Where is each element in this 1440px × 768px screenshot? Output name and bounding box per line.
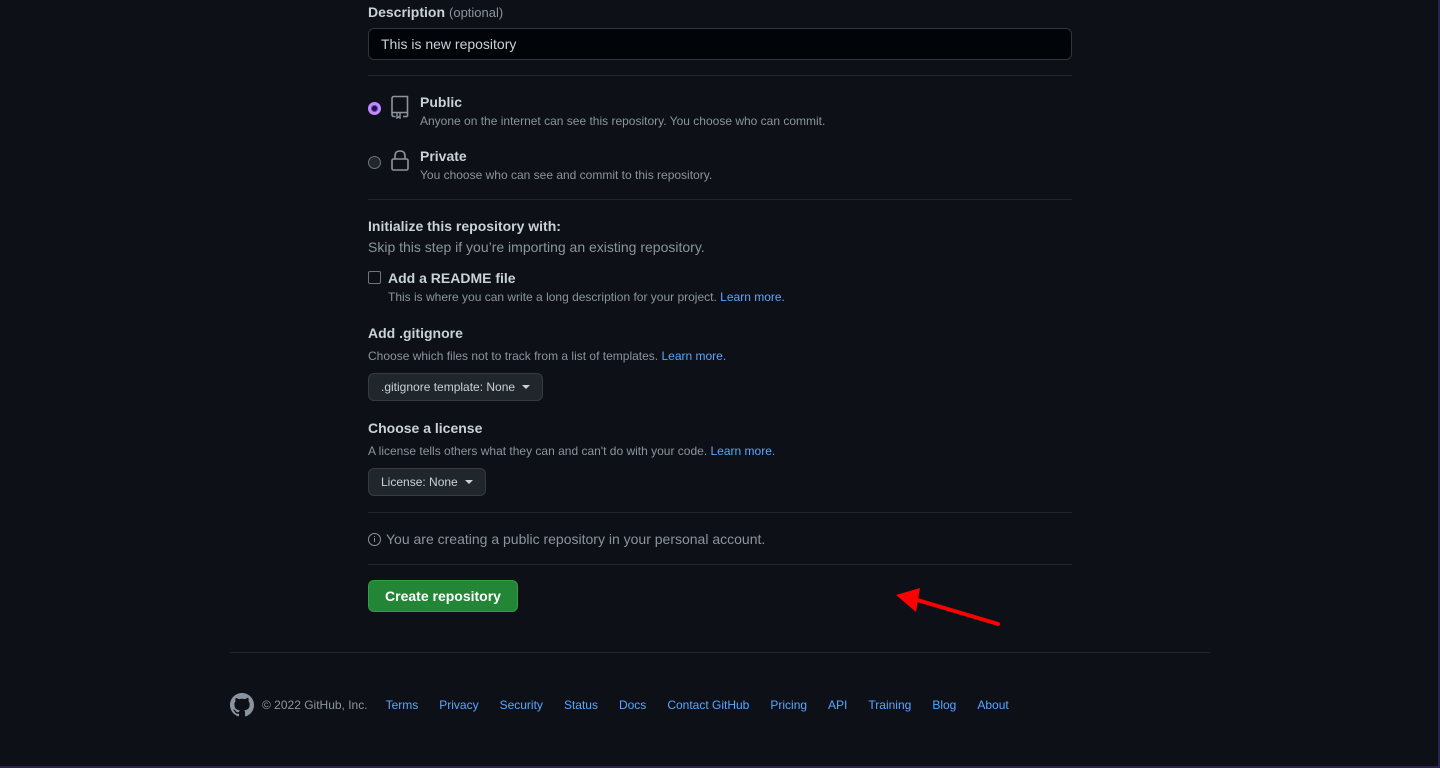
readme-note-text: This is where you can write a long descr… xyxy=(388,290,717,304)
readme-note: This is where you can write a long descr… xyxy=(388,290,785,304)
visibility-option-public[interactable]: Public Anyone on the internet can see th… xyxy=(368,94,1072,142)
footer-link-api[interactable]: API xyxy=(828,698,847,712)
initialize-subtitle: Skip this step if you’re importing an ex… xyxy=(368,239,705,255)
public-title: Public xyxy=(420,94,463,110)
readme-title[interactable]: Add a README file xyxy=(388,270,516,286)
footer-divider xyxy=(230,652,1210,653)
description-label-text: Description xyxy=(368,4,446,20)
private-note: You choose who can see and commit to thi… xyxy=(420,168,713,182)
license-note-text: A license tells others what they can and… xyxy=(368,444,708,458)
description-input[interactable] xyxy=(368,28,1072,60)
red-arrow-annotation xyxy=(896,588,1000,626)
divider xyxy=(368,564,1072,565)
footer-link-training[interactable]: Training xyxy=(868,698,911,712)
gitignore-note: Choose which files not to track from a l… xyxy=(368,349,726,363)
private-title: Private xyxy=(420,148,467,164)
gitignore-select-label: .gitignore template: None xyxy=(381,380,516,394)
description-label: Description (optional) xyxy=(368,4,503,20)
footer-link-contact-github[interactable]: Contact GitHub xyxy=(667,698,749,712)
footer-link-docs[interactable]: Docs xyxy=(619,698,646,712)
license-select-label: License: None xyxy=(381,475,458,489)
lock-icon xyxy=(390,149,410,173)
footer-link-blog[interactable]: Blog xyxy=(932,698,956,712)
initialize-title: Initialize this repository with: xyxy=(368,218,561,234)
github-mark-icon[interactable] xyxy=(230,693,254,717)
gitignore-template-select[interactable]: .gitignore template: None xyxy=(368,373,544,401)
divider xyxy=(368,512,1072,513)
info-icon xyxy=(368,532,381,546)
private-radio[interactable] xyxy=(368,156,381,169)
license-learn-more-link[interactable]: Learn more. xyxy=(711,444,776,458)
footer-link-pricing[interactable]: Pricing xyxy=(770,698,807,712)
readme-checkbox[interactable] xyxy=(368,271,381,284)
license-note: A license tells others what they can and… xyxy=(368,444,775,458)
license-select[interactable]: License: None xyxy=(368,468,486,496)
gitignore-learn-more-link[interactable]: Learn more. xyxy=(661,349,726,363)
public-note: Anyone on the internet can see this repo… xyxy=(420,114,826,128)
public-radio[interactable] xyxy=(368,102,381,115)
readme-learn-more-link[interactable]: Learn more. xyxy=(720,290,785,304)
gitignore-note-text: Choose which files not to track from a l… xyxy=(368,349,659,363)
license-title: Choose a license xyxy=(368,420,483,436)
footer-link-status[interactable]: Status xyxy=(564,698,598,712)
divider xyxy=(368,199,1072,200)
footer: © 2022 GitHub, Inc. Terms Privacy Securi… xyxy=(230,693,1030,717)
divider xyxy=(368,75,1072,76)
create-repository-button[interactable]: Create repository xyxy=(368,580,518,612)
copyright: © 2022 GitHub, Inc. xyxy=(262,698,368,712)
repo-icon xyxy=(390,95,410,120)
public-repo-notice: You are creating a public repository in … xyxy=(368,530,765,548)
caret-down-icon xyxy=(522,385,531,389)
footer-link-terms[interactable]: Terms xyxy=(386,698,419,712)
visibility-option-private[interactable]: Private You choose who can see and commi… xyxy=(368,148,1072,196)
caret-down-icon xyxy=(464,480,473,484)
footer-link-privacy[interactable]: Privacy xyxy=(439,698,478,712)
gitignore-title: Add .gitignore xyxy=(368,325,463,341)
footer-link-security[interactable]: Security xyxy=(500,698,543,712)
notice-text: You are creating a public repository in … xyxy=(386,531,766,547)
footer-link-about[interactable]: About xyxy=(977,698,1008,712)
description-optional-text: (optional) xyxy=(449,5,504,20)
